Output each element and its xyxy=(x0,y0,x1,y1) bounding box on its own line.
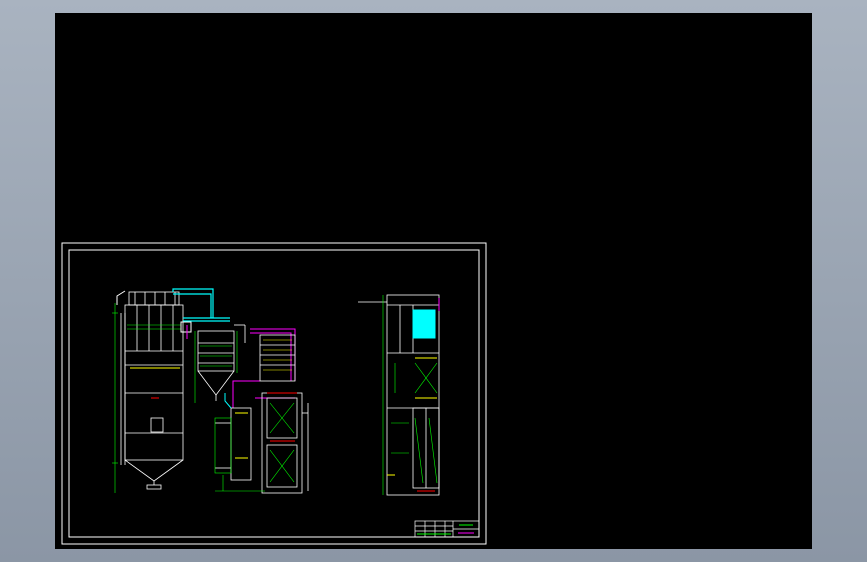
middle-separator xyxy=(197,324,246,401)
left-tower xyxy=(120,291,184,490)
middle-separator-green xyxy=(194,331,238,403)
side-elevation-cyan-block xyxy=(412,309,436,339)
cad-model-viewport[interactable] xyxy=(55,13,812,549)
heat-exchanger-upper xyxy=(259,334,296,382)
title-block xyxy=(414,520,480,538)
heat-exchanger-lower xyxy=(215,392,309,494)
cad-drawing xyxy=(61,242,487,545)
heat-exchanger-green xyxy=(214,402,295,492)
dimension-lines-left xyxy=(112,303,181,493)
magenta-pipe-run xyxy=(232,328,296,408)
detail-marks-left xyxy=(116,290,192,399)
heat-exchanger-marks xyxy=(224,392,297,459)
